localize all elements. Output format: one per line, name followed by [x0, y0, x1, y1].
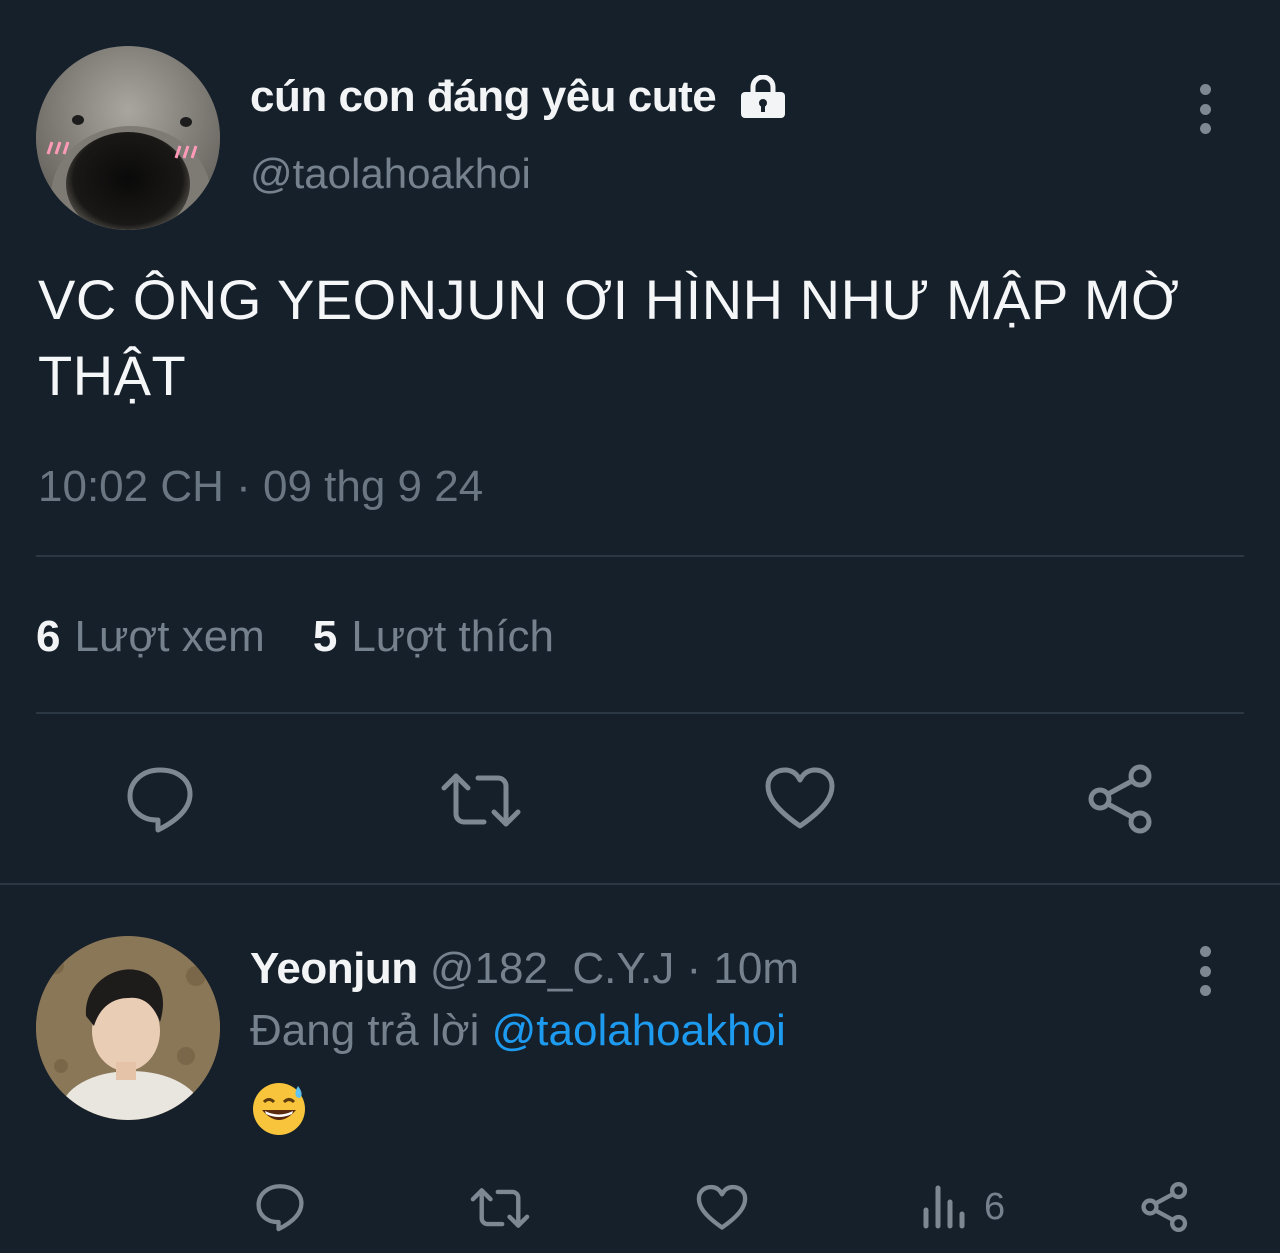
- lock-icon: [738, 74, 788, 119]
- replying-to: Đang trả lời @taolahoakhoi: [250, 1006, 786, 1056]
- retweet-icon[interactable]: [470, 1186, 530, 1230]
- reply-handle-time[interactable]: @182_C.Y.J · 10m: [418, 944, 799, 993]
- grinning-sweat-emoji: [250, 1080, 308, 1136]
- likes-stat[interactable]: 5 Lượt thích: [313, 612, 554, 662]
- tweet-timestamp[interactable]: 10:02 CH · 09 thg 9 24: [38, 462, 483, 512]
- tweet-stats: 6 Lượt xem 5 Lượt thích: [36, 612, 554, 662]
- likes-count: 5: [312, 612, 338, 661]
- reply-header: Yeonjun @182_C.Y.J · 10m: [250, 944, 799, 994]
- share-icon[interactable]: [1140, 1182, 1190, 1232]
- tweet-detail-page: cún con đáng yêu cute @taolahoakhoi VC Ô…: [0, 0, 1280, 1253]
- divider: [36, 555, 1244, 557]
- comment-icon[interactable]: [124, 764, 196, 834]
- replying-prefix: Đang trả lời: [250, 1006, 492, 1055]
- reply-author-name[interactable]: Yeonjun: [250, 944, 418, 993]
- author-display-name[interactable]: cún con đáng yêu cute: [250, 72, 788, 122]
- views-label: Lượt xem: [74, 612, 265, 661]
- likes-label: Lượt thích: [351, 612, 554, 661]
- author-name-text: cún con đáng yêu cute: [250, 72, 717, 121]
- bar-chart-icon[interactable]: [922, 1184, 966, 1230]
- author-avatar[interactable]: [36, 46, 220, 230]
- retweet-icon[interactable]: [440, 770, 522, 830]
- author-handle[interactable]: @taolahoakhoi: [250, 150, 531, 198]
- reply-views-count: 6: [984, 1186, 1006, 1228]
- tweet-text: VC ÔNG YEONJUN ƠI HÌNH NHƯ MẬP MỜ THẬT: [38, 268, 1180, 407]
- comment-icon[interactable]: [254, 1182, 306, 1232]
- share-icon[interactable]: [1086, 764, 1156, 834]
- divider: [36, 712, 1244, 714]
- reply-author-avatar[interactable]: [36, 936, 220, 1120]
- heart-icon[interactable]: [764, 766, 836, 832]
- replying-mention-link[interactable]: @taolahoakhoi: [492, 1006, 786, 1055]
- section-divider: [0, 883, 1280, 885]
- views-count: 6: [36, 612, 61, 661]
- views-stat[interactable]: 6 Lượt xem: [36, 612, 265, 662]
- more-vertical-icon[interactable]: [1195, 946, 1215, 996]
- more-vertical-icon[interactable]: [1195, 84, 1215, 134]
- heart-icon[interactable]: [696, 1184, 748, 1232]
